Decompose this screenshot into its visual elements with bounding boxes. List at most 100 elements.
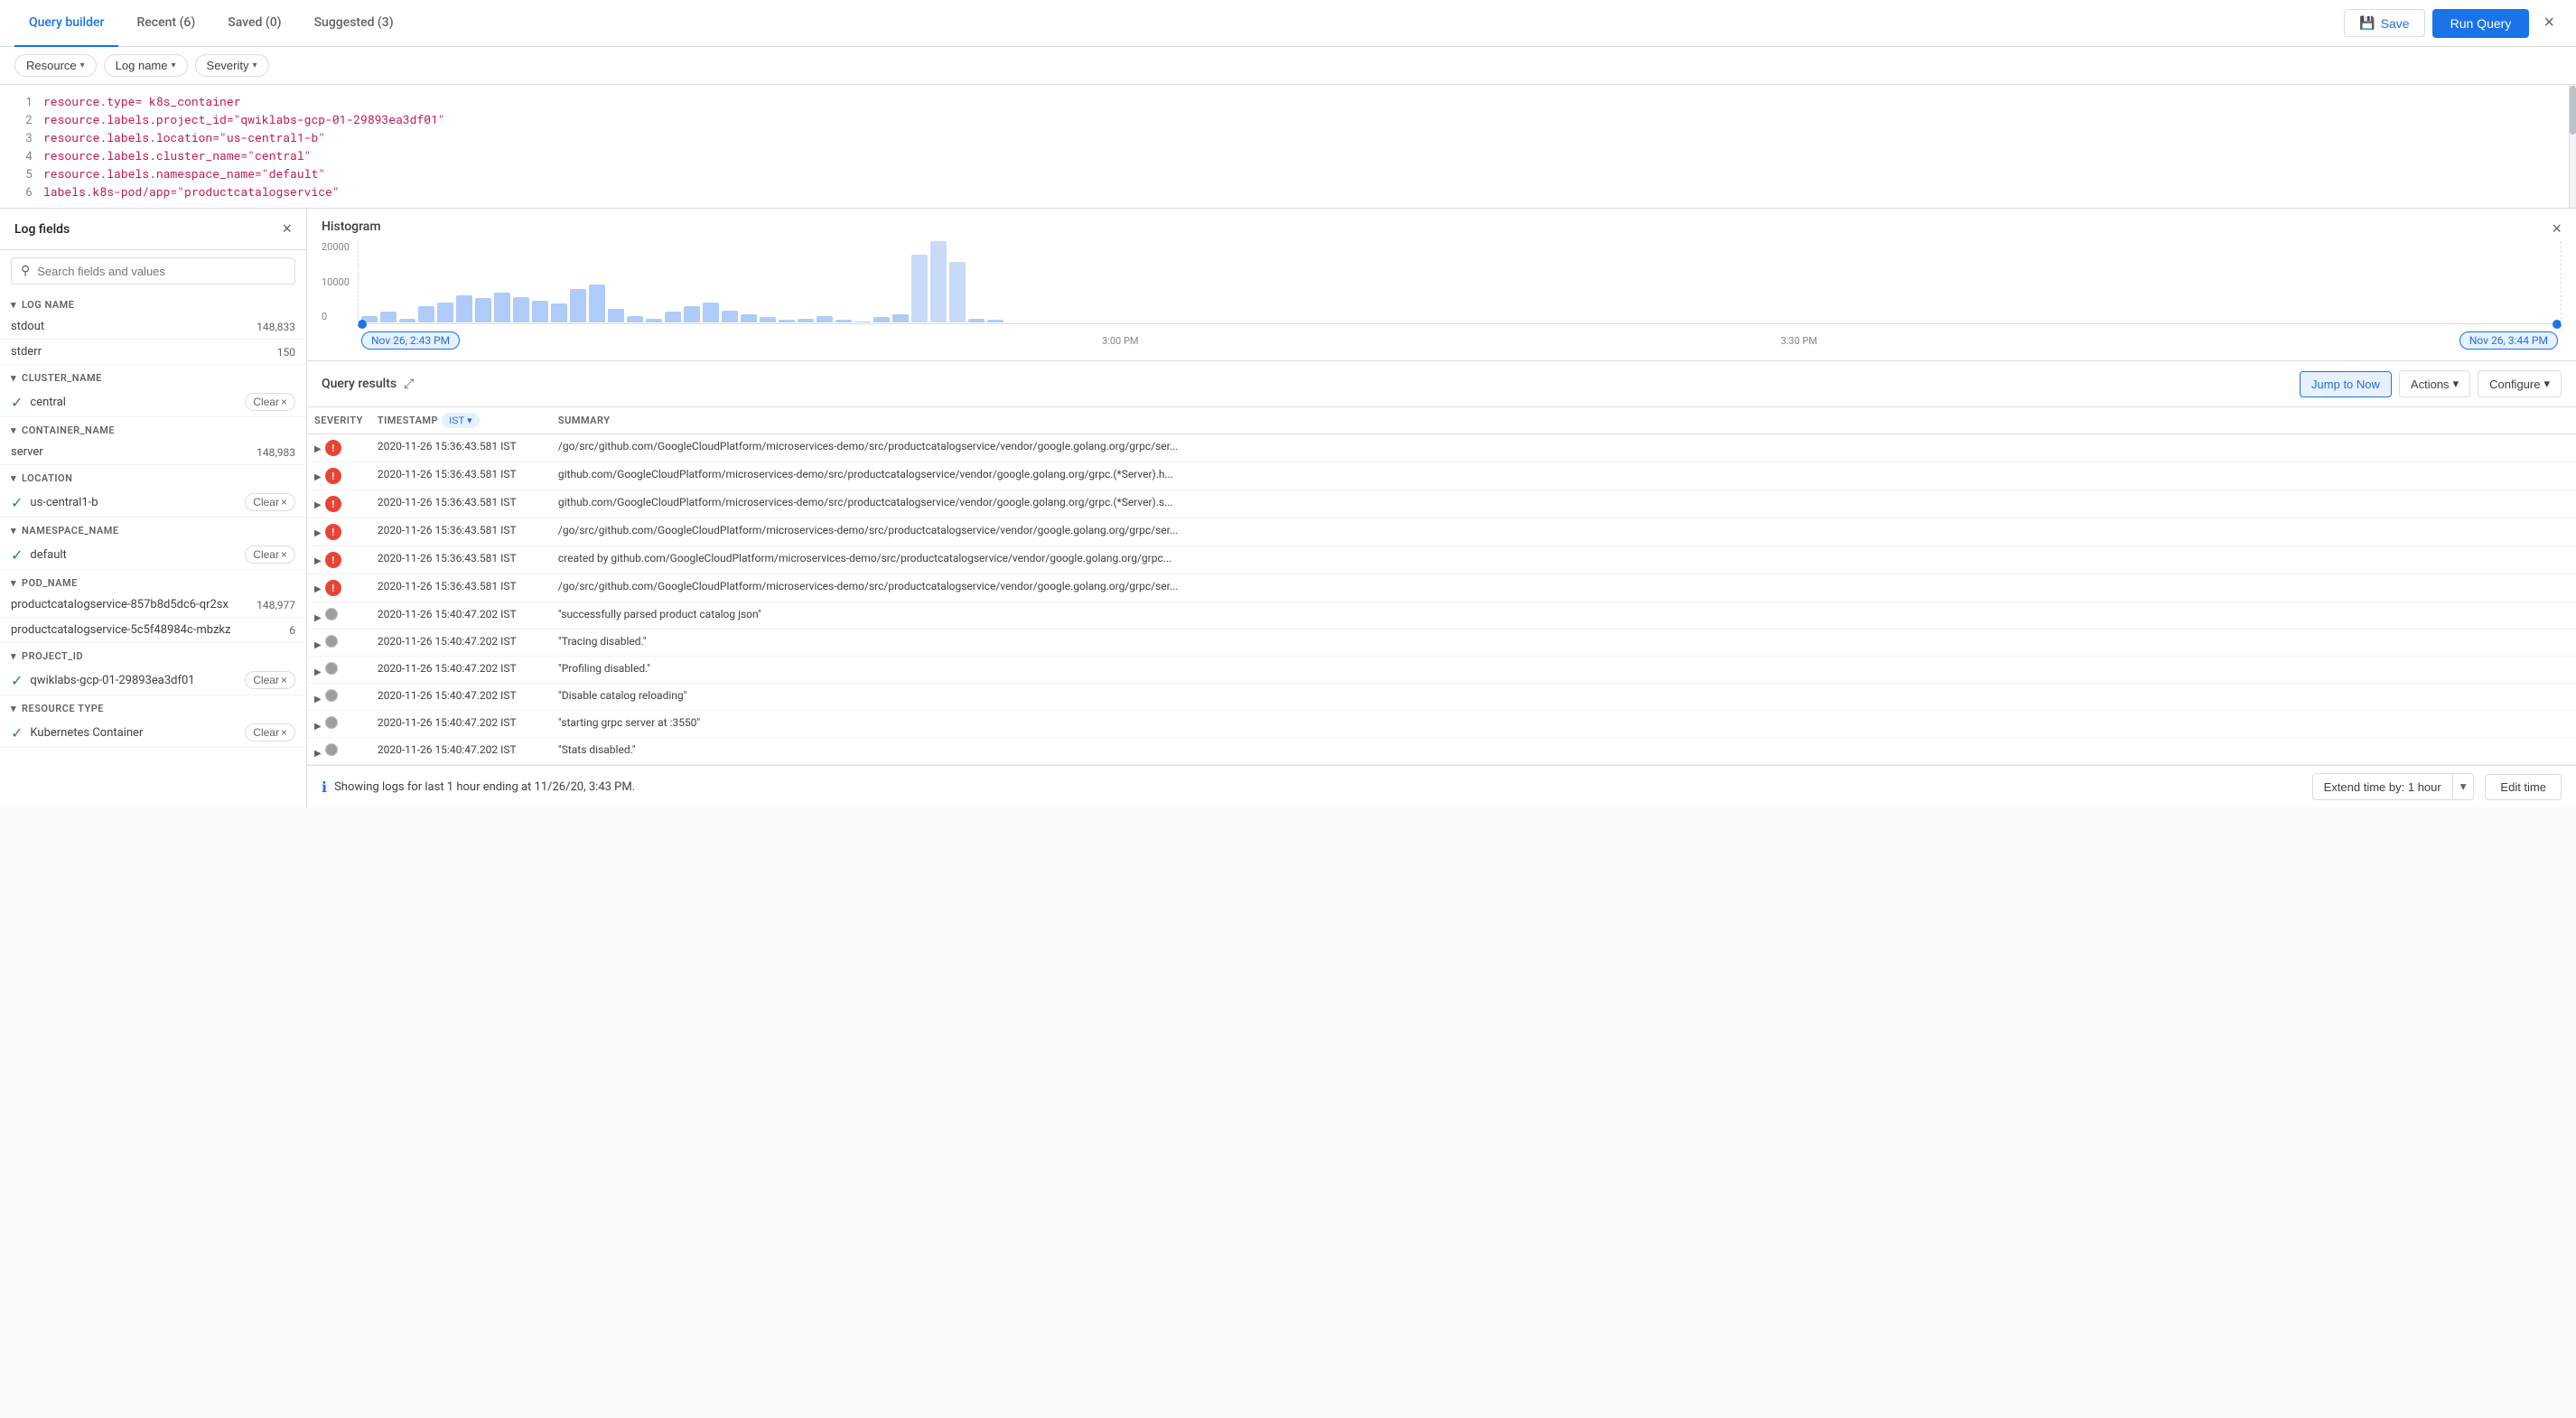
jump-to-now-button[interactable]: Jump to Now: [2300, 371, 2392, 397]
scrollbar-thumb[interactable]: [2570, 86, 2576, 135]
expand-arrow-icon[interactable]: ▶: [314, 584, 325, 594]
histogram-bar[interactable]: [930, 241, 947, 322]
histogram-bar[interactable]: [665, 312, 681, 322]
section-location[interactable]: ▾ LOCATION: [0, 465, 306, 488]
table-row[interactable]: ▶2020-11-26 15:40:47.202 IST"Profiling d…: [307, 657, 2576, 684]
histogram-bar[interactable]: [532, 301, 548, 322]
histogram-bar[interactable]: [399, 319, 415, 323]
histogram-bar[interactable]: [779, 320, 795, 322]
histogram-close-button[interactable]: ×: [2552, 219, 2562, 238]
tab-suggested[interactable]: Suggested (3): [300, 0, 408, 47]
histogram-bar[interactable]: [817, 316, 833, 323]
actions-button[interactable]: Actions ▾: [2399, 370, 2470, 397]
edit-time-button[interactable]: Edit time: [2485, 774, 2562, 800]
severity-filter[interactable]: Severity ▾: [195, 54, 269, 77]
save-button[interactable]: 💾 Save: [2344, 9, 2424, 37]
table-row[interactable]: ▶2020-11-26 15:40:47.202 IST"Disable cat…: [307, 684, 2576, 711]
expand-arrow-icon[interactable]: ▶: [314, 472, 325, 482]
close-button[interactable]: ×: [2536, 9, 2562, 37]
list-item[interactable]: server 148,983: [0, 440, 306, 465]
clear-button[interactable]: Clear ×: [245, 393, 295, 411]
histogram-bar[interactable]: [968, 319, 985, 323]
sort-ist-button[interactable]: IST ▾: [442, 413, 480, 428]
code-scrollbar[interactable]: [2569, 85, 2576, 208]
histogram-bar[interactable]: [380, 312, 397, 322]
histogram-bar[interactable]: [911, 255, 928, 322]
expand-arrow-icon[interactable]: ▶: [314, 613, 325, 623]
range-start-dot[interactable]: [358, 320, 367, 329]
histogram-bar[interactable]: [949, 262, 966, 323]
table-row[interactable]: ▶!2020-11-26 15:36:43.581 IST/go/src/git…: [307, 574, 2576, 602]
histogram-bar[interactable]: [873, 317, 890, 322]
table-row[interactable]: ▶!2020-11-26 15:36:43.581 IST/go/src/git…: [307, 518, 2576, 546]
histogram-bar[interactable]: [798, 319, 814, 323]
table-row[interactable]: ▶!2020-11-26 15:36:43.581 ISTgithub.com/…: [307, 462, 2576, 490]
table-row[interactable]: ▶!2020-11-26 15:36:43.581 IST/go/src/git…: [307, 434, 2576, 462]
expand-arrow-icon[interactable]: ▶: [314, 667, 325, 677]
histogram-bar[interactable]: [835, 320, 852, 322]
expand-arrow-icon[interactable]: ▶: [314, 722, 325, 732]
resource-filter[interactable]: Resource ▾: [14, 54, 97, 77]
section-resource-type[interactable]: ▾ RESOURCE TYPE: [0, 695, 306, 718]
clear-button[interactable]: Clear ×: [245, 546, 295, 564]
expand-icon[interactable]: ⤢: [404, 377, 414, 391]
search-input[interactable]: [37, 265, 285, 278]
list-item[interactable]: productcatalogservice-5c5f48984c-mbzkz 6: [0, 618, 306, 643]
extend-time-main[interactable]: Extend time by: 1 hour: [2313, 775, 2452, 799]
col-timestamp[interactable]: TIMESTAMP IST ▾: [370, 407, 551, 434]
extend-time-button[interactable]: Extend time by: 1 hour ▾: [2312, 773, 2475, 800]
tab-query-builder[interactable]: Query builder: [14, 0, 118, 47]
histogram-bar[interactable]: [987, 320, 1003, 322]
section-container-name[interactable]: ▾ CONTAINER_NAME: [0, 417, 306, 440]
table-row[interactable]: ▶2020-11-26 15:40:47.202 IST"starting gr…: [307, 711, 2576, 738]
histogram-bar[interactable]: [722, 311, 738, 323]
run-query-button[interactable]: Run Query: [2432, 9, 2530, 38]
list-item[interactable]: ✓ us-central1-b Clear ×: [0, 488, 306, 518]
histogram-bar[interactable]: [892, 314, 909, 322]
histogram-bar[interactable]: [475, 298, 491, 322]
histogram-bar[interactable]: [589, 285, 605, 322]
histogram-bar[interactable]: [570, 289, 586, 323]
histogram-bar[interactable]: [703, 303, 719, 323]
table-row[interactable]: ▶2020-11-26 15:40:47.202 IST"Stats disab…: [307, 738, 2576, 765]
list-item[interactable]: ✓ qwiklabs-gcp-01-29893ea3df01 Clear ×: [0, 666, 306, 695]
histogram-bar[interactable]: [608, 309, 624, 322]
extend-time-chevron[interactable]: ▾: [2452, 774, 2474, 799]
histogram-bar[interactable]: [551, 303, 567, 322]
expand-arrow-icon[interactable]: ▶: [314, 640, 325, 650]
section-log-name[interactable]: ▾ LOG NAME: [0, 292, 306, 314]
section-cluster-name[interactable]: ▾ CLUSTER_NAME: [0, 365, 306, 387]
expand-arrow-icon[interactable]: ▶: [314, 444, 325, 454]
histogram-bar[interactable]: [456, 295, 472, 322]
table-row[interactable]: ▶!2020-11-26 15:36:43.581 ISTcreated by …: [307, 546, 2576, 574]
clear-button[interactable]: Clear ×: [245, 493, 295, 511]
expand-arrow-icon[interactable]: ▶: [314, 556, 325, 566]
list-item[interactable]: stderr 150: [0, 340, 306, 365]
histogram-bar[interactable]: [418, 306, 434, 322]
section-pod-name[interactable]: ▾ POD_NAME: [0, 570, 306, 592]
section-namespace-name[interactable]: ▾ NAMESPACE_NAME: [0, 518, 306, 540]
histogram-bar[interactable]: [627, 316, 643, 323]
table-row[interactable]: ▶2020-11-26 15:40:47.202 IST"Tracing dis…: [307, 630, 2576, 657]
tab-saved[interactable]: Saved (0): [213, 0, 295, 47]
log-name-filter[interactable]: Log name ▾: [104, 54, 188, 77]
histogram-bar[interactable]: [437, 303, 453, 323]
histogram-bar[interactable]: [854, 322, 871, 323]
histogram-bar[interactable]: [646, 319, 662, 323]
histogram-bar[interactable]: [684, 306, 700, 322]
expand-arrow-icon[interactable]: ▶: [314, 749, 325, 759]
section-project-id[interactable]: ▾ PROJECT_ID: [0, 643, 306, 666]
list-item[interactable]: ✓ default Clear ×: [0, 540, 306, 570]
code-editor[interactable]: 1 resource.type= k8s_container 2 resourc…: [0, 85, 2576, 209]
histogram-bar[interactable]: [494, 293, 510, 322]
clear-button[interactable]: Clear ×: [245, 723, 295, 742]
histogram-bar[interactable]: [760, 317, 776, 322]
log-fields-close-button[interactable]: ×: [282, 219, 292, 238]
expand-arrow-icon[interactable]: ▶: [314, 695, 325, 704]
histogram-bar[interactable]: [741, 314, 757, 322]
table-row[interactable]: ▶!2020-11-26 15:36:43.581 ISTgithub.com/…: [307, 490, 2576, 518]
list-item[interactable]: productcatalogservice-857b8d5dc6-qr2sx 1…: [0, 592, 306, 618]
expand-arrow-icon[interactable]: ▶: [314, 500, 325, 510]
expand-arrow-icon[interactable]: ▶: [314, 528, 325, 538]
list-item[interactable]: stdout 148,833: [0, 314, 306, 340]
